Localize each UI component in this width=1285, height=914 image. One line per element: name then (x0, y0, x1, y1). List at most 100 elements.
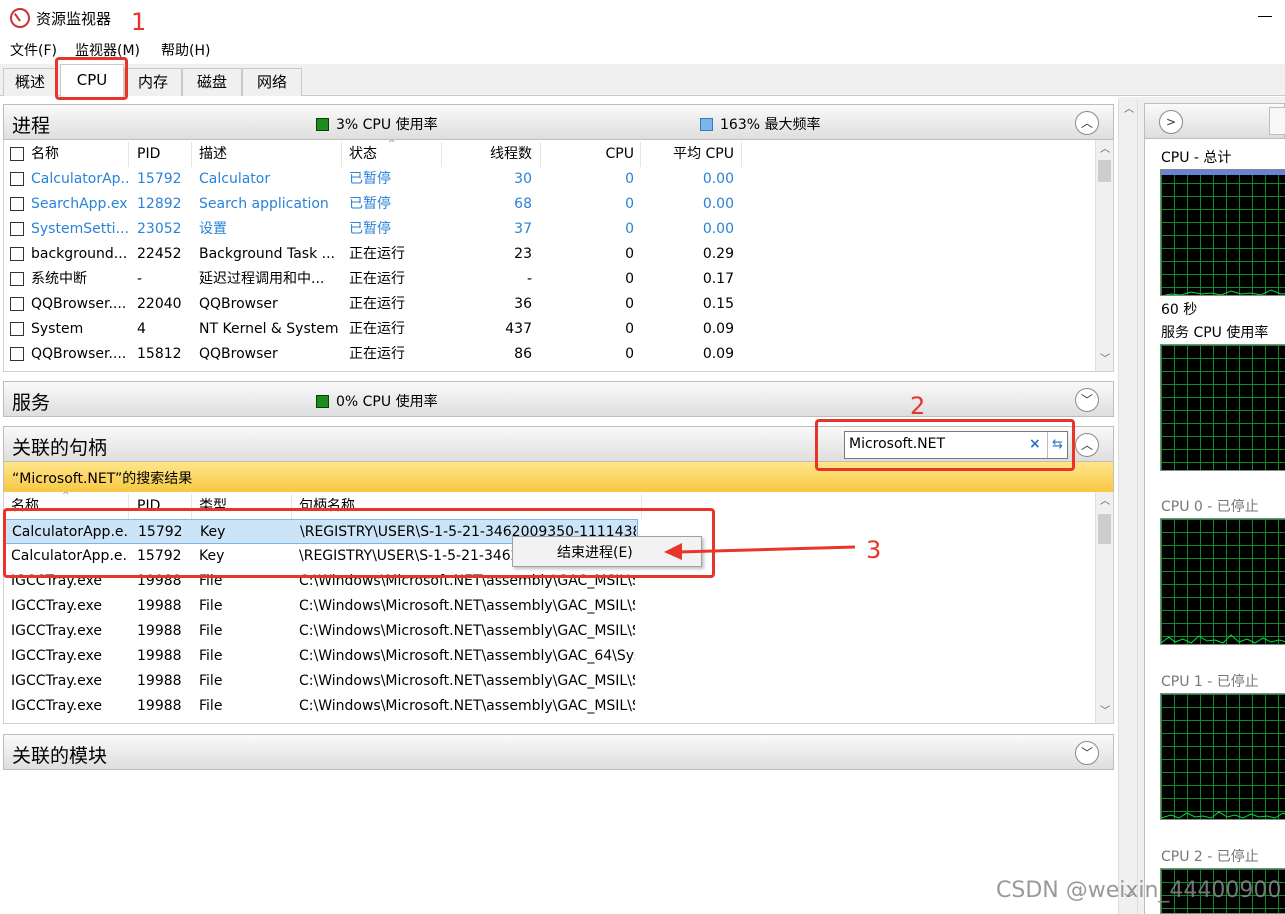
process-status: 正在运行 (349, 296, 405, 312)
collapse-processes-icon[interactable]: ︿ (1075, 111, 1099, 135)
handle-type: File (199, 698, 223, 714)
process-name: 系统中断 (31, 271, 87, 287)
table-row[interactable]: IGCCTray.exe 19988 File C:\Windows\Microsof… (4, 644, 1094, 669)
process-pid: 15812 (137, 346, 182, 362)
graph-area: CPU - 总计 60 秒 服务 CPU 使用率 CPU 0 - 已停止 CPU… (1144, 139, 1285, 914)
process-status: 已暂停 (349, 171, 391, 187)
process-threads: - (526, 271, 532, 287)
process-name: SearchApp.exe (31, 196, 128, 212)
menu-help[interactable]: 帮助(H) (161, 40, 210, 60)
menu-file[interactable]: 文件(F) (10, 40, 57, 60)
process-avg-cpu: 0.09 (702, 346, 734, 362)
col-avg-cpu[interactable]: 平均 CPU (644, 142, 734, 167)
handle-process-name: IGCCTray.exe (11, 698, 102, 714)
process-threads: 68 (514, 196, 532, 212)
process-status: 正在运行 (349, 346, 405, 362)
row-checkbox[interactable] (10, 272, 24, 286)
scroll-up-icon[interactable]: ︿ (1120, 102, 1138, 118)
process-name: SystemSetti... (31, 221, 128, 237)
processes-column-headers: 名称 PID 描述 状态 ^ 线程数 CPU 平均 CPU (4, 140, 1094, 167)
row-checkbox[interactable] (10, 197, 24, 211)
graphs-header: > (1144, 103, 1285, 139)
process-desc: QQBrowser (199, 346, 278, 362)
row-checkbox[interactable] (10, 247, 24, 261)
cpu0-trace (1161, 634, 1285, 644)
collapse-handles-icon[interactable]: ︿ (1075, 433, 1099, 457)
tab-overview[interactable]: 概述 (3, 68, 57, 96)
table-row[interactable]: IGCCTray.exe 19988 File C:\Windows\Microsof… (4, 594, 1094, 619)
annotation-number-1: 1 (131, 8, 147, 36)
scroll-thumb[interactable] (1098, 514, 1111, 544)
tab-strip: 概述 CPU 内存 磁盘 网络 (0, 64, 1285, 97)
freq-swatch-icon (700, 118, 713, 131)
scroll-up-icon[interactable]: ︿ (1096, 494, 1113, 510)
table-row[interactable]: background... 22452 Background Task ... 正在运… (4, 242, 1094, 267)
process-avg-cpu: 0.15 (702, 296, 734, 312)
process-status: 已暂停 (349, 196, 391, 212)
scroll-down-icon[interactable]: ﹀ (1096, 352, 1113, 368)
process-pid: - (137, 271, 143, 287)
col-desc[interactable]: 描述 (199, 142, 339, 167)
expand-graphs-icon[interactable]: > (1159, 110, 1183, 134)
select-all-checkbox[interactable] (10, 147, 24, 161)
expand-modules-icon[interactable]: ﹀ (1075, 741, 1099, 765)
handle-pid: 19988 (137, 698, 182, 714)
table-row[interactable]: SystemSetti... 23052 设置 已暂停 37 0 0.00 (4, 217, 1094, 242)
handle-type: File (199, 598, 223, 614)
expand-services-icon[interactable]: ﹀ (1075, 388, 1099, 412)
annotation-number-3: 3 (866, 536, 882, 564)
table-row[interactable]: CalculatorAp... 15792 Calculator 已暂停 30 0 0.00 (4, 167, 1094, 192)
col-pid[interactable]: PID (137, 142, 187, 167)
processes-scrollbar[interactable]: ︿ ﹀ (1095, 140, 1113, 371)
row-checkbox[interactable] (10, 172, 24, 186)
views-dropdown[interactable] (1269, 107, 1285, 135)
scroll-up-icon[interactable]: ︿ (1096, 142, 1113, 158)
scroll-down-icon[interactable]: ﹀ (1096, 704, 1113, 720)
services-header[interactable]: 服务 0% CPU 使用率 ﹀ (3, 381, 1114, 417)
table-row[interactable]: IGCCTray.exe 19988 File C:\Windows\Microsof… (4, 669, 1094, 694)
modules-header[interactable]: 关联的模块 ﹀ (3, 734, 1114, 770)
process-name: background... (31, 246, 128, 262)
col-cpu[interactable]: CPU (544, 142, 634, 167)
process-cpu: 0 (625, 171, 634, 187)
tab-network[interactable]: 网络 (242, 68, 302, 96)
process-cpu: 0 (625, 246, 634, 262)
processes-max-freq: 163% 最大频率 (700, 114, 820, 134)
process-status: 正在运行 (349, 246, 405, 262)
scroll-thumb[interactable] (1098, 160, 1111, 182)
handle-process-name: IGCCTray.exe (11, 623, 102, 639)
row-checkbox[interactable] (10, 297, 24, 311)
table-row[interactable]: QQBrowser.... 22040 QQBrowser 正在运行 36 0 0.15 (4, 292, 1094, 317)
table-row[interactable]: 系统中断 - 延迟过程调用和中... 正在运行 - 0 0.17 (4, 267, 1094, 292)
col-threads[interactable]: 线程数 (444, 142, 532, 167)
process-avg-cpu: 0.17 (702, 271, 734, 287)
row-checkbox[interactable] (10, 222, 24, 236)
row-checkbox[interactable] (10, 347, 24, 361)
row-checkbox[interactable] (10, 322, 24, 336)
processes-header[interactable]: 进程 3% CPU 使用率 163% 最大频率 ︿ (3, 104, 1114, 140)
table-row[interactable]: QQBrowser.... 15812 QQBrowser 正在运行 86 0 0.09 (4, 342, 1094, 367)
table-row[interactable]: IGCCTray.exe 19988 File C:\Windows\Microsof… (4, 694, 1094, 719)
table-row[interactable]: IGCCTray.exe 19988 File C:\Windows\Microsof… (4, 619, 1094, 644)
cpu1-trace (1161, 811, 1285, 819)
handle-name: C:\Windows\Microsoft.NET\assembly\GAC_MS… (299, 673, 635, 689)
handles-scrollbar[interactable]: ︿ ﹀ (1095, 492, 1113, 723)
table-row[interactable]: SearchApp.exe 12892 Search application 已暂停 6… (4, 192, 1094, 217)
annotation-box-search (815, 419, 1075, 471)
handle-process-name: IGCCTray.exe (11, 673, 102, 689)
process-desc: Background Task ... (199, 246, 335, 262)
services-cpu-usage: 0% CPU 使用率 (316, 391, 438, 411)
process-avg-cpu: 0.29 (702, 246, 734, 262)
process-desc: 设置 (199, 221, 227, 237)
graphs-scrollbar[interactable]: ︿ ﹀ (1118, 100, 1138, 914)
tab-memory[interactable]: 内存 (124, 68, 182, 96)
tab-disk[interactable]: 磁盘 (182, 68, 242, 96)
processes-title: 进程 (12, 115, 51, 137)
minimize-icon[interactable] (1258, 16, 1272, 17)
table-row[interactable]: System 4 NT Kernel & System 正在运行 437 0 0.09 (4, 317, 1094, 342)
col-name[interactable]: 名称 (31, 142, 126, 167)
process-threads: 86 (514, 346, 532, 362)
process-status: 已暂停 (349, 221, 391, 237)
handle-name: C:\Windows\Microsoft.NET\assembly\GAC_MS… (299, 698, 635, 714)
process-desc: QQBrowser (199, 296, 278, 312)
